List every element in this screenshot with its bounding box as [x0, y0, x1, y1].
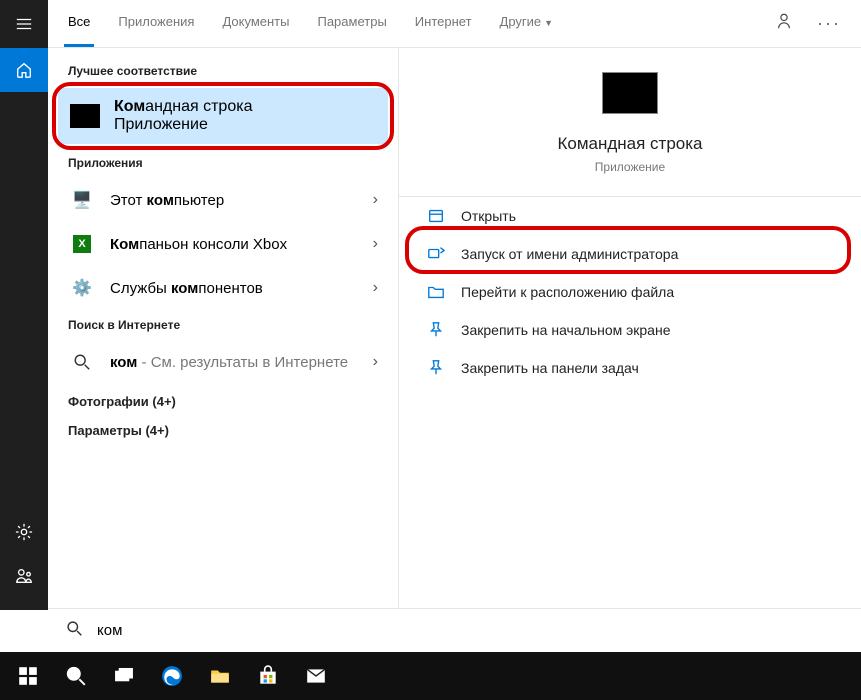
result-xbox-companion[interactable]: X Компаньон консоли Xbox ›	[48, 222, 398, 266]
section-web-search: Поиск в Интернете	[48, 310, 398, 340]
sidebar-home[interactable]	[0, 48, 48, 92]
search-sidebar	[0, 0, 48, 610]
section-photos[interactable]: Фотографии (4+)	[48, 384, 398, 413]
hamburger-button[interactable]	[0, 0, 48, 48]
preview-type: Приложение	[595, 160, 665, 174]
tab-settings[interactable]: Параметры	[317, 14, 386, 33]
taskbar-search[interactable]	[52, 652, 100, 700]
result-web-search[interactable]: ком - См. результаты в Интернете ›	[48, 340, 398, 384]
search-icon	[73, 353, 91, 371]
chevron-right-icon: ›	[373, 191, 378, 209]
action-open[interactable]: Открыть	[399, 197, 861, 235]
search-field[interactable]	[48, 608, 861, 652]
action-pin-taskbar[interactable]: Закрепить на панели задач	[399, 349, 861, 387]
best-match-subtitle: Приложение	[114, 116, 252, 134]
section-best-match: Лучшее соответствие	[48, 56, 398, 86]
search-panel: Все Приложения Документы Параметры Интер…	[48, 0, 861, 610]
filter-tabs: Все Приложения Документы Параметры Интер…	[48, 0, 861, 48]
pc-icon: 🖥️	[72, 190, 92, 210]
cmd-icon	[70, 104, 100, 128]
preview-pane: Командная строка Приложение Открыть Запу…	[398, 48, 861, 610]
taskbar-taskview[interactable]	[100, 652, 148, 700]
admin-icon	[427, 245, 445, 263]
tab-all[interactable]: Все	[68, 14, 90, 33]
sidebar-settings[interactable]	[0, 510, 48, 554]
best-match-result[interactable]: Командная строка Приложение	[58, 88, 388, 144]
tab-apps[interactable]: Приложения	[118, 14, 194, 33]
taskbar-edge[interactable]	[148, 652, 196, 700]
chevron-right-icon: ›	[373, 235, 378, 253]
action-pin-start[interactable]: Закрепить на начальном экране	[399, 311, 861, 349]
feedback-icon[interactable]	[775, 12, 793, 35]
component-services-icon: ⚙️	[72, 278, 92, 298]
result-component-services[interactable]: ⚙️ Службы компонентов ›	[48, 266, 398, 310]
chevron-down-icon: ▼	[544, 18, 553, 28]
sidebar-account[interactable]	[0, 554, 48, 598]
pin-taskbar-icon	[427, 359, 445, 377]
taskbar-mail[interactable]	[292, 652, 340, 700]
taskbar	[0, 652, 861, 700]
taskbar-store[interactable]	[244, 652, 292, 700]
preview-app-icon	[602, 72, 658, 114]
action-run-as-admin[interactable]: Запуск от имени администратора	[399, 235, 861, 273]
folder-icon	[427, 283, 445, 301]
tab-documents[interactable]: Документы	[222, 14, 289, 33]
search-icon	[66, 620, 83, 642]
search-input[interactable]	[97, 622, 843, 639]
taskbar-explorer[interactable]	[196, 652, 244, 700]
action-open-file-location[interactable]: Перейти к расположению файла	[399, 273, 861, 311]
open-icon	[427, 207, 445, 225]
section-settings[interactable]: Параметры (4+)	[48, 413, 398, 442]
xbox-icon: X	[73, 235, 91, 253]
start-button[interactable]	[4, 652, 52, 700]
result-this-pc[interactable]: 🖥️ Этот компьютер ›	[48, 178, 398, 222]
chevron-right-icon: ›	[373, 353, 378, 371]
best-match-title: Командная строка	[114, 98, 252, 116]
more-options-icon[interactable]: ···	[817, 13, 841, 34]
results-list: Лучшее соответствие Командная строка При…	[48, 48, 398, 610]
section-apps: Приложения	[48, 148, 398, 178]
tab-more[interactable]: Другие▼	[500, 14, 554, 33]
tab-web[interactable]: Интернет	[415, 14, 472, 33]
chevron-right-icon: ›	[373, 279, 378, 297]
preview-title: Командная строка	[557, 134, 702, 154]
pin-start-icon	[427, 321, 445, 339]
